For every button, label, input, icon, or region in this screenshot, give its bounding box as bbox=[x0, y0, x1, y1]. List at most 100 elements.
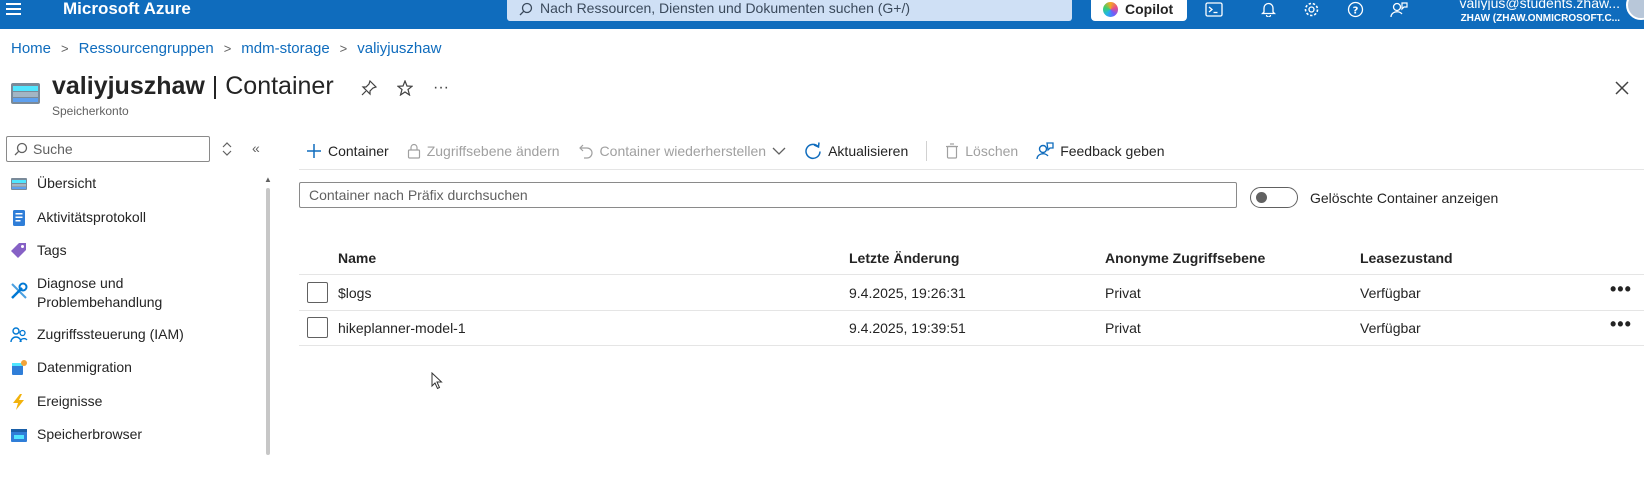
storage-browser-icon bbox=[11, 429, 27, 442]
data-migration-icon bbox=[12, 360, 27, 375]
nav-menu: Übersicht Aktivitätsprotokoll Tags Diagn… bbox=[0, 174, 262, 455]
feedback-label: Feedback geben bbox=[1060, 143, 1165, 159]
notifications-bell-icon[interactable] bbox=[1257, 0, 1279, 18]
row-checkbox[interactable] bbox=[307, 282, 328, 303]
delete-button[interactable]: Löschen bbox=[945, 143, 1018, 159]
nav-item-label: Aktivitätsprotokoll bbox=[37, 209, 146, 225]
refresh-icon bbox=[805, 142, 821, 160]
lightning-icon bbox=[13, 394, 24, 410]
nav-item-label: Ereignisse bbox=[37, 393, 103, 409]
container-modified: 9.4.2025, 19:39:51 bbox=[849, 320, 966, 336]
chevron-right-icon: > bbox=[61, 41, 69, 56]
search-icon bbox=[519, 2, 533, 16]
nav-search-placeholder: Suche bbox=[33, 141, 73, 157]
scroll-up-arrow-icon[interactable]: ▲ bbox=[264, 175, 272, 184]
cloud-shell-icon[interactable] bbox=[1203, 0, 1225, 18]
nav-item-iam[interactable]: Zugriffssteuerung (IAM) bbox=[0, 325, 262, 358]
show-deleted-label: Gelöschte Container anzeigen bbox=[1310, 190, 1499, 206]
pin-icon[interactable] bbox=[358, 77, 380, 99]
breadcrumb: Home > Ressourcengruppen > mdm-storage >… bbox=[11, 40, 441, 57]
nav-item-label: Tags bbox=[37, 242, 67, 258]
breadcrumb-storage-account[interactable]: valiyjuszhaw bbox=[357, 40, 441, 57]
global-search-input[interactable]: Nach Ressourcen, Diensten und Dokumenten… bbox=[507, 0, 1072, 21]
feedback-button[interactable]: Feedback geben bbox=[1036, 142, 1165, 160]
refresh-button[interactable]: Aktualisieren bbox=[804, 142, 908, 160]
wrench-icon bbox=[11, 282, 28, 299]
copilot-button[interactable]: Copilot bbox=[1091, 0, 1187, 21]
title-actions: ··· bbox=[358, 77, 452, 99]
nav-item-overview[interactable]: Übersicht bbox=[0, 174, 262, 208]
settings-gear-icon[interactable] bbox=[1300, 0, 1322, 18]
nav-scrollbar[interactable] bbox=[266, 188, 270, 455]
toggle-knob bbox=[1256, 192, 1267, 203]
breadcrumb-resource-groups[interactable]: Ressourcengruppen bbox=[79, 40, 214, 57]
sort-updown-icon[interactable] bbox=[221, 141, 233, 157]
container-prefix-search-input[interactable]: Container nach Präfix durchsuchen bbox=[299, 182, 1237, 208]
container-access: Privat bbox=[1105, 320, 1141, 336]
avatar[interactable] bbox=[1626, 0, 1644, 20]
nav-search-input[interactable]: Suche bbox=[6, 136, 210, 162]
close-icon[interactable] bbox=[1610, 76, 1634, 100]
table-row[interactable]: hikeplanner-model-1 9.4.2025, 19:39:51 P… bbox=[299, 311, 1644, 346]
favorite-star-icon[interactable] bbox=[394, 77, 416, 99]
restore-container-label: Container wiederherstellen bbox=[599, 143, 767, 159]
user-tenant: ZHAW (ZHAW.ONMICROSOFT.C... bbox=[1460, 13, 1620, 24]
nav-item-storage-browser[interactable]: Speicherbrowser bbox=[0, 425, 262, 455]
feedback-person-icon[interactable] bbox=[1388, 0, 1410, 18]
column-header-lease[interactable]: Leasezustand bbox=[1360, 250, 1453, 266]
table-row[interactable]: $logs 9.4.2025, 19:26:31 Privat Verfügba… bbox=[299, 276, 1644, 311]
nav-item-activity-log[interactable]: Aktivitätsprotokoll bbox=[0, 208, 262, 241]
row-more-actions-icon[interactable]: ••• bbox=[1610, 279, 1632, 300]
column-header-name[interactable]: Name bbox=[338, 250, 376, 266]
feedback-person-icon bbox=[1036, 142, 1054, 160]
page-subtitle: Speicherkonto bbox=[52, 104, 129, 118]
copilot-label: Copilot bbox=[1125, 1, 1174, 17]
activity-log-icon bbox=[13, 210, 25, 226]
column-header-modified[interactable]: Letzte Änderung bbox=[849, 250, 959, 266]
breadcrumb-home[interactable]: Home bbox=[11, 40, 51, 57]
restore-container-button[interactable]: Container wiederherstellen bbox=[578, 143, 787, 159]
show-deleted-toggle[interactable] bbox=[1250, 187, 1298, 208]
tag-icon bbox=[11, 243, 26, 258]
container-access: Privat bbox=[1105, 285, 1141, 301]
command-separator bbox=[926, 141, 928, 161]
nav-item-events[interactable]: Ereignisse bbox=[0, 392, 262, 425]
more-actions-button[interactable]: ··· bbox=[430, 77, 452, 99]
delete-label: Löschen bbox=[965, 143, 1019, 159]
nav-item-diagnose[interactable]: Diagnose und Problembehandlung bbox=[0, 274, 200, 325]
row-checkbox[interactable] bbox=[307, 317, 328, 338]
user-email: valiyjus@students.zhaw... bbox=[1459, 0, 1620, 10]
chevron-right-icon: > bbox=[223, 41, 232, 56]
hamburger-menu-icon[interactable] bbox=[6, 0, 26, 18]
resource-name: valiyjuszhaw bbox=[52, 72, 205, 100]
nav-item-label: Speicherbrowser bbox=[37, 426, 143, 442]
help-icon[interactable]: ? bbox=[1344, 0, 1366, 18]
trash-icon bbox=[946, 143, 959, 159]
brand-title[interactable]: Microsoft Azure bbox=[63, 0, 191, 19]
add-container-button[interactable]: Container bbox=[306, 143, 389, 159]
collapse-nav-icon[interactable]: « bbox=[252, 141, 260, 155]
page-name: Container bbox=[225, 72, 334, 100]
column-header-access[interactable]: Anonyme Zugriffsebene bbox=[1105, 250, 1265, 266]
prefix-search-placeholder: Container nach Präfix durchsuchen bbox=[309, 187, 528, 203]
change-access-level-button[interactable]: Zugriffsebene ändern bbox=[407, 143, 560, 159]
nav-item-data-migration[interactable]: Datenmigration bbox=[0, 358, 262, 392]
lock-icon bbox=[407, 143, 420, 159]
container-name[interactable]: hikeplanner-model-1 bbox=[338, 320, 466, 336]
nav-item-label: Übersicht bbox=[37, 175, 97, 191]
undo-icon bbox=[578, 144, 593, 159]
nav-item-label: Datenmigration bbox=[37, 359, 132, 375]
container-name[interactable]: $logs bbox=[338, 285, 371, 301]
row-more-actions-icon[interactable]: ••• bbox=[1610, 314, 1632, 335]
top-bar: Microsoft Azure Nach Ressourcen, Dienste… bbox=[0, 0, 1644, 29]
search-icon bbox=[14, 142, 28, 156]
copilot-icon bbox=[1103, 2, 1118, 17]
breadcrumb-resource-group[interactable]: mdm-storage bbox=[241, 40, 329, 57]
nav-item-tags[interactable]: Tags bbox=[0, 241, 262, 274]
nav-item-label: Zugriffssteuerung (IAM) bbox=[37, 326, 184, 342]
storage-account-icon bbox=[11, 83, 40, 104]
storage-overview-icon bbox=[11, 178, 27, 190]
refresh-label: Aktualisieren bbox=[828, 143, 909, 159]
table-header: Name Letzte Änderung Anonyme Zugriffsebe… bbox=[299, 246, 1644, 275]
user-account[interactable]: valiyjus@students.zhaw... ZHAW (ZHAW.ONM… bbox=[1442, 0, 1620, 26]
